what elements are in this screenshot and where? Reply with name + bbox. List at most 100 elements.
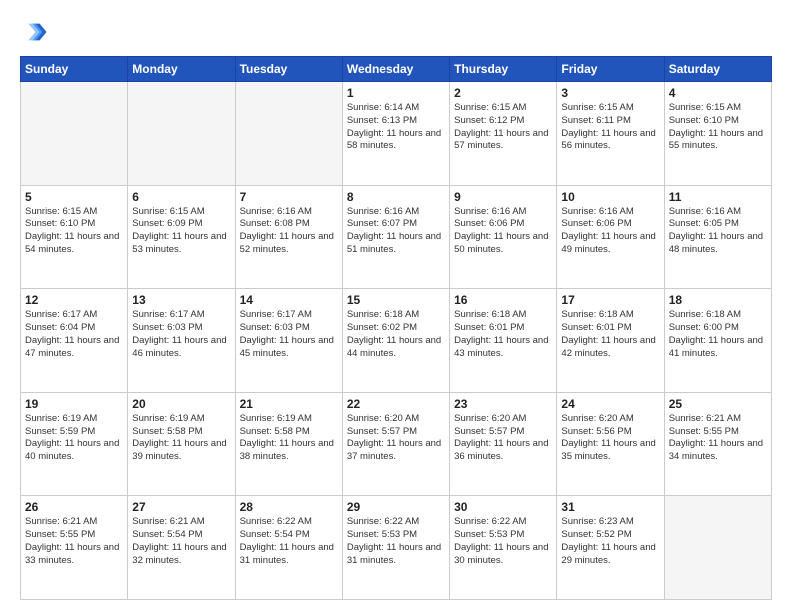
- calendar-cell: [664, 496, 771, 600]
- day-number: 26: [25, 500, 123, 514]
- calendar-cell: 19 Sunrise: 6:19 AMSunset: 5:59 PMDayligh…: [21, 392, 128, 496]
- day-info: Sunrise: 6:16 AMSunset: 6:06 PMDaylight:…: [561, 206, 659, 257]
- calendar-row: 1 Sunrise: 6:14 AMSunset: 6:13 PMDaylight…: [21, 82, 772, 186]
- day-info: Sunrise: 6:20 AMSunset: 5:57 PMDaylight:…: [347, 413, 445, 464]
- calendar-cell: 30 Sunrise: 6:22 AMSunset: 5:53 PMDayligh…: [450, 496, 557, 600]
- day-info: Sunrise: 6:16 AMSunset: 6:05 PMDaylight:…: [669, 206, 767, 257]
- day-number: 21: [240, 397, 338, 411]
- calendar-cell: [235, 82, 342, 186]
- weekday-header: Sunday: [21, 57, 128, 82]
- day-info: Sunrise: 6:20 AMSunset: 5:56 PMDaylight:…: [561, 413, 659, 464]
- day-info: Sunrise: 6:15 AMSunset: 6:10 PMDaylight:…: [25, 206, 123, 257]
- day-number: 31: [561, 500, 659, 514]
- calendar-cell: 17Sunrise: 6:18 AMSunset: 6:01 PMDayligh…: [557, 289, 664, 393]
- day-info: Sunrise: 6:17 AMSunset: 6:03 PMDaylight:…: [240, 309, 338, 360]
- day-number: 19: [25, 397, 123, 411]
- day-number: 23: [454, 397, 552, 411]
- calendar-cell: 31 Sunrise: 6:23 AMSunset: 5:52 PMDayligh…: [557, 496, 664, 600]
- day-number: 13: [132, 293, 230, 307]
- calendar-cell: 28Sunrise: 6:22 AMSunset: 5:54 PMDayligh…: [235, 496, 342, 600]
- day-number: 27: [132, 500, 230, 514]
- day-info: Sunrise: 6:22 AMSunset: 5:53 PMDaylight:…: [454, 516, 552, 567]
- day-number: 7: [240, 190, 338, 204]
- day-info: Sunrise: 6:18 AMSunset: 6:00 PMDaylight:…: [669, 309, 767, 360]
- day-info: Sunrise: 6:19 AMSunset: 5:58 PMDaylight:…: [240, 413, 338, 464]
- calendar-cell: [128, 82, 235, 186]
- calendar-cell: 12 Sunrise: 6:17 AMSunset: 6:04 PMDayligh…: [21, 289, 128, 393]
- day-number: 10: [561, 190, 659, 204]
- calendar: SundayMondayTuesdayWednesdayThursdayFrid…: [20, 56, 772, 600]
- weekday-header: Monday: [128, 57, 235, 82]
- calendar-cell: 10 Sunrise: 6:16 AMSunset: 6:06 PMDayligh…: [557, 185, 664, 289]
- day-info: Sunrise: 6:21 AMSunset: 5:55 PMDaylight:…: [25, 516, 123, 567]
- header: [20, 18, 772, 46]
- calendar-cell: 24 Sunrise: 6:20 AMSunset: 5:56 PMDayligh…: [557, 392, 664, 496]
- day-number: 3: [561, 86, 659, 100]
- weekday-header: Saturday: [664, 57, 771, 82]
- day-number: 9: [454, 190, 552, 204]
- day-number: 1: [347, 86, 445, 100]
- day-number: 8: [347, 190, 445, 204]
- calendar-cell: 2Sunrise: 6:15 AMSunset: 6:12 PMDaylight…: [450, 82, 557, 186]
- day-info: Sunrise: 6:20 AMSunset: 5:57 PMDaylight:…: [454, 413, 552, 464]
- calendar-cell: 21 Sunrise: 6:19 AMSunset: 5:58 PMDayligh…: [235, 392, 342, 496]
- day-number: 30: [454, 500, 552, 514]
- day-number: 14: [240, 293, 338, 307]
- day-info: Sunrise: 6:17 AMSunset: 6:04 PMDaylight:…: [25, 309, 123, 360]
- day-info: Sunrise: 6:16 AMSunset: 6:06 PMDaylight:…: [454, 206, 552, 257]
- calendar-row: 12 Sunrise: 6:17 AMSunset: 6:04 PMDayligh…: [21, 289, 772, 393]
- calendar-cell: 15 Sunrise: 6:18 AMSunset: 6:02 PMDayligh…: [342, 289, 449, 393]
- day-number: 11: [669, 190, 767, 204]
- day-info: Sunrise: 6:18 AMSunset: 6:02 PMDaylight:…: [347, 309, 445, 360]
- day-info: Sunrise: 6:15 AMSunset: 6:10 PMDaylight:…: [669, 102, 767, 153]
- calendar-cell: 4 Sunrise: 6:15 AMSunset: 6:10 PMDaylight…: [664, 82, 771, 186]
- day-number: 28: [240, 500, 338, 514]
- calendar-cell: 11 Sunrise: 6:16 AMSunset: 6:05 PMDayligh…: [664, 185, 771, 289]
- day-number: 15: [347, 293, 445, 307]
- day-number: 5: [25, 190, 123, 204]
- day-number: 16: [454, 293, 552, 307]
- calendar-cell: 26 Sunrise: 6:21 AMSunset: 5:55 PMDayligh…: [21, 496, 128, 600]
- logo-icon: [20, 18, 48, 46]
- day-number: 18: [669, 293, 767, 307]
- weekday-header: Thursday: [450, 57, 557, 82]
- day-info: Sunrise: 6:21 AMSunset: 5:54 PMDaylight:…: [132, 516, 230, 567]
- calendar-cell: 25 Sunrise: 6:21 AMSunset: 5:55 PMDayligh…: [664, 392, 771, 496]
- day-number: 2: [454, 86, 552, 100]
- day-number: 6: [132, 190, 230, 204]
- calendar-cell: 6 Sunrise: 6:15 AMSunset: 6:09 PMDaylight…: [128, 185, 235, 289]
- calendar-row: 19 Sunrise: 6:19 AMSunset: 5:59 PMDayligh…: [21, 392, 772, 496]
- weekday-header: Tuesday: [235, 57, 342, 82]
- day-info: Sunrise: 6:22 AMSunset: 5:53 PMDaylight:…: [347, 516, 445, 567]
- calendar-cell: 20Sunrise: 6:19 AMSunset: 5:58 PMDayligh…: [128, 392, 235, 496]
- calendar-cell: 14 Sunrise: 6:17 AMSunset: 6:03 PMDayligh…: [235, 289, 342, 393]
- day-info: Sunrise: 6:15 AMSunset: 6:11 PMDaylight:…: [561, 102, 659, 153]
- calendar-cell: 9 Sunrise: 6:16 AMSunset: 6:06 PMDaylight…: [450, 185, 557, 289]
- day-info: Sunrise: 6:23 AMSunset: 5:52 PMDaylight:…: [561, 516, 659, 567]
- calendar-row: 26 Sunrise: 6:21 AMSunset: 5:55 PMDayligh…: [21, 496, 772, 600]
- calendar-row: 5 Sunrise: 6:15 AMSunset: 6:10 PMDaylight…: [21, 185, 772, 289]
- day-info: Sunrise: 6:19 AMSunset: 5:58 PMDaylight:…: [132, 413, 230, 464]
- day-info: Sunrise: 6:14 AMSunset: 6:13 PMDaylight:…: [347, 102, 445, 153]
- calendar-cell: 23 Sunrise: 6:20 AMSunset: 5:57 PMDayligh…: [450, 392, 557, 496]
- day-number: 4: [669, 86, 767, 100]
- day-info: Sunrise: 6:19 AMSunset: 5:59 PMDaylight:…: [25, 413, 123, 464]
- day-info: Sunrise: 6:15 AMSunset: 6:09 PMDaylight:…: [132, 206, 230, 257]
- day-number: 12: [25, 293, 123, 307]
- calendar-cell: 16Sunrise: 6:18 AMSunset: 6:01 PMDayligh…: [450, 289, 557, 393]
- day-info: Sunrise: 6:16 AMSunset: 6:08 PMDaylight:…: [240, 206, 338, 257]
- day-number: 25: [669, 397, 767, 411]
- page: SundayMondayTuesdayWednesdayThursdayFrid…: [0, 0, 792, 612]
- calendar-cell: 22 Sunrise: 6:20 AMSunset: 5:57 PMDayligh…: [342, 392, 449, 496]
- day-info: Sunrise: 6:21 AMSunset: 5:55 PMDaylight:…: [669, 413, 767, 464]
- calendar-cell: 3 Sunrise: 6:15 AMSunset: 6:11 PMDaylight…: [557, 82, 664, 186]
- calendar-cell: 13 Sunrise: 6:17 AMSunset: 6:03 PMDayligh…: [128, 289, 235, 393]
- day-info: Sunrise: 6:17 AMSunset: 6:03 PMDaylight:…: [132, 309, 230, 360]
- day-info: Sunrise: 6:18 AMSunset: 6:01 PMDaylight:…: [561, 309, 659, 360]
- day-number: 24: [561, 397, 659, 411]
- calendar-cell: 1 Sunrise: 6:14 AMSunset: 6:13 PMDaylight…: [342, 82, 449, 186]
- calendar-cell: 7 Sunrise: 6:16 AMSunset: 6:08 PMDaylight…: [235, 185, 342, 289]
- day-number: 22: [347, 397, 445, 411]
- calendar-cell: 5 Sunrise: 6:15 AMSunset: 6:10 PMDaylight…: [21, 185, 128, 289]
- day-info: Sunrise: 6:16 AMSunset: 6:07 PMDaylight:…: [347, 206, 445, 257]
